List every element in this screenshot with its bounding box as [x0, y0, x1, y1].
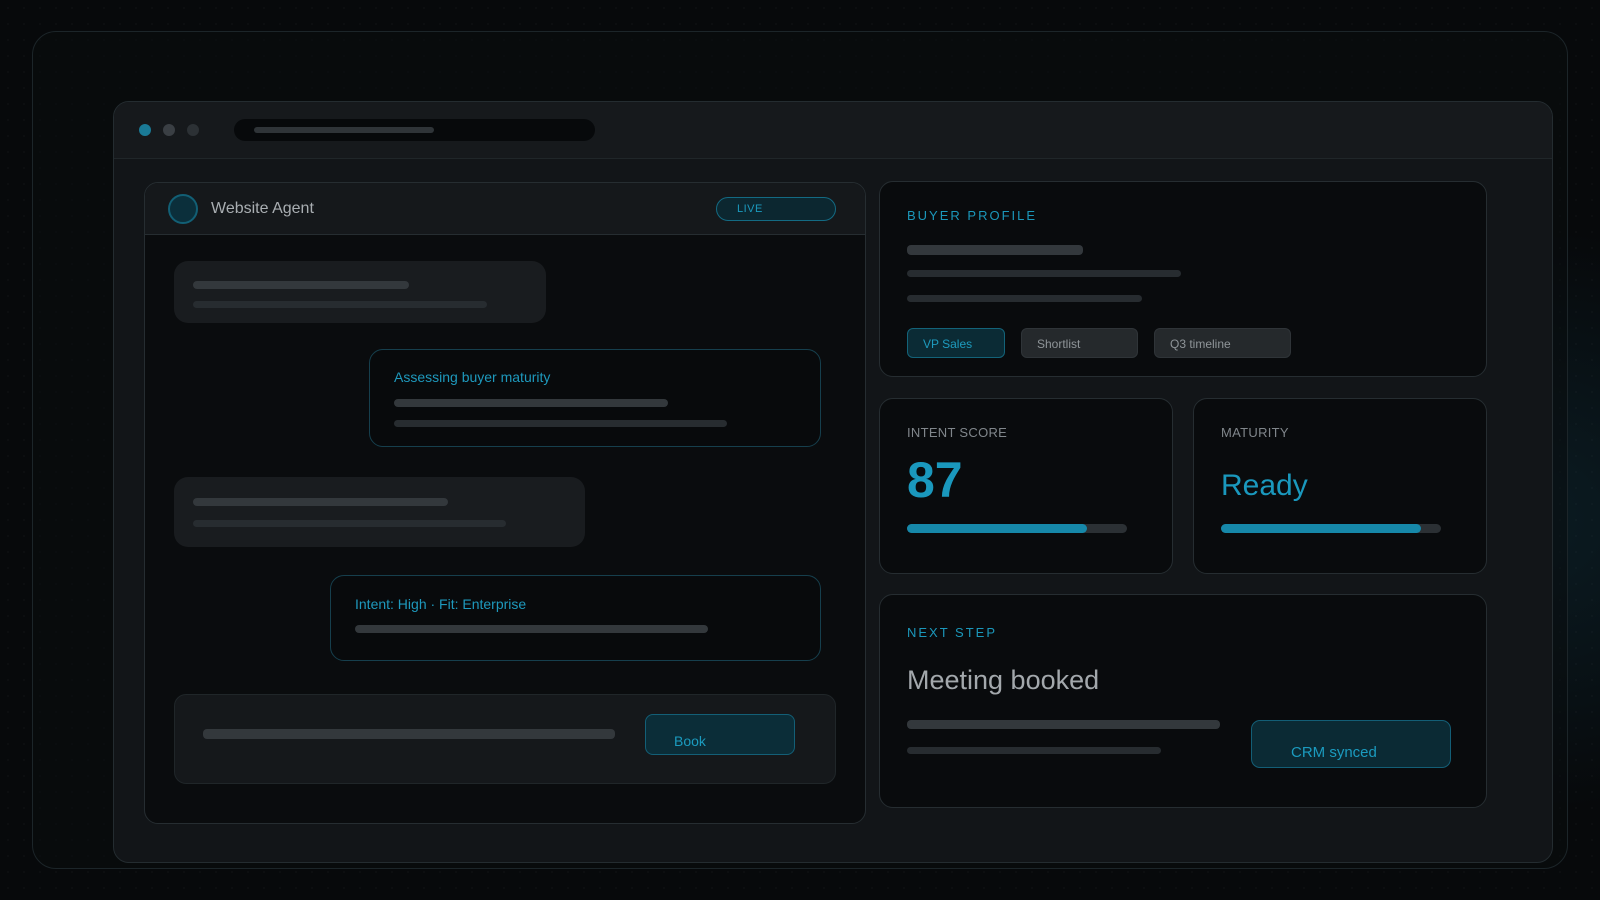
placeholder-bar [193, 281, 409, 289]
placeholder-bar [907, 747, 1161, 754]
visitor-message [174, 261, 546, 323]
tag-vp-sales[interactable]: VP Sales [907, 328, 1005, 358]
book-button[interactable]: Book [645, 714, 795, 755]
agent-message-text: Intent: High · Fit: Enterprise [355, 596, 527, 612]
crm-synced-button[interactable]: CRM synced [1251, 720, 1451, 768]
maturity-card: MATURITY Ready [1193, 398, 1487, 574]
intent-score-progress [907, 524, 1127, 533]
maturity-progress [1221, 524, 1441, 533]
tag-shortlist[interactable]: Shortlist [1021, 328, 1138, 358]
live-status-badge: LIVE [716, 197, 836, 221]
browser-window: Website Agent LIVE Assessing buyer matur… [113, 101, 1553, 863]
placeholder-bar [907, 720, 1220, 729]
address-bar[interactable] [234, 119, 595, 141]
visitor-message [174, 477, 585, 547]
message-composer: Book [174, 694, 836, 784]
next-step-label: NEXT STEP [907, 625, 998, 640]
chat-panel: Website Agent LIVE Assessing buyer matur… [144, 182, 866, 824]
window-close-dot[interactable] [139, 124, 151, 136]
intent-score-card: INTENT SCORE 87 [879, 398, 1173, 574]
agent-message: Intent: High · Fit: Enterprise [330, 575, 821, 661]
placeholder-bar [394, 399, 668, 407]
agent-message-text: Assessing buyer maturity [394, 369, 551, 385]
maturity-value: Ready [1221, 469, 1308, 502]
agent-name: Website Agent [211, 200, 314, 217]
agent-message: Assessing buyer maturity [369, 349, 821, 447]
intent-score-value: 87 [907, 452, 963, 508]
placeholder-bar [907, 295, 1142, 302]
device-frame: Website Agent LIVE Assessing buyer matur… [32, 31, 1568, 869]
next-step-headline: Meeting booked [907, 665, 1100, 695]
window-maximize-dot[interactable] [187, 124, 199, 136]
maturity-label: MATURITY [1221, 425, 1289, 440]
placeholder-bar [193, 498, 448, 506]
intent-score-progress-fill [907, 524, 1088, 533]
next-step-card: NEXT STEP Meeting booked CRM synced [879, 594, 1487, 808]
address-placeholder-bar [254, 127, 434, 133]
placeholder-bar [907, 245, 1083, 255]
placeholder-bar [355, 625, 708, 633]
buyer-profile-label: BUYER PROFILE [907, 208, 1038, 223]
intent-score-label: INTENT SCORE [907, 425, 1008, 440]
placeholder-bar [394, 420, 727, 427]
message-input[interactable] [203, 729, 615, 739]
browser-titlebar [114, 102, 1552, 159]
placeholder-bar [193, 301, 487, 308]
maturity-progress-fill [1221, 524, 1422, 533]
window-minimize-dot[interactable] [163, 124, 175, 136]
buyer-profile-card: BUYER PROFILE VP Sales Shortlist Q3 time… [879, 181, 1487, 377]
placeholder-bar [907, 270, 1181, 277]
agent-avatar [168, 194, 198, 224]
placeholder-bar [193, 520, 506, 527]
chat-header: Website Agent LIVE [145, 183, 865, 235]
tag-q3-timeline[interactable]: Q3 timeline [1154, 328, 1291, 358]
